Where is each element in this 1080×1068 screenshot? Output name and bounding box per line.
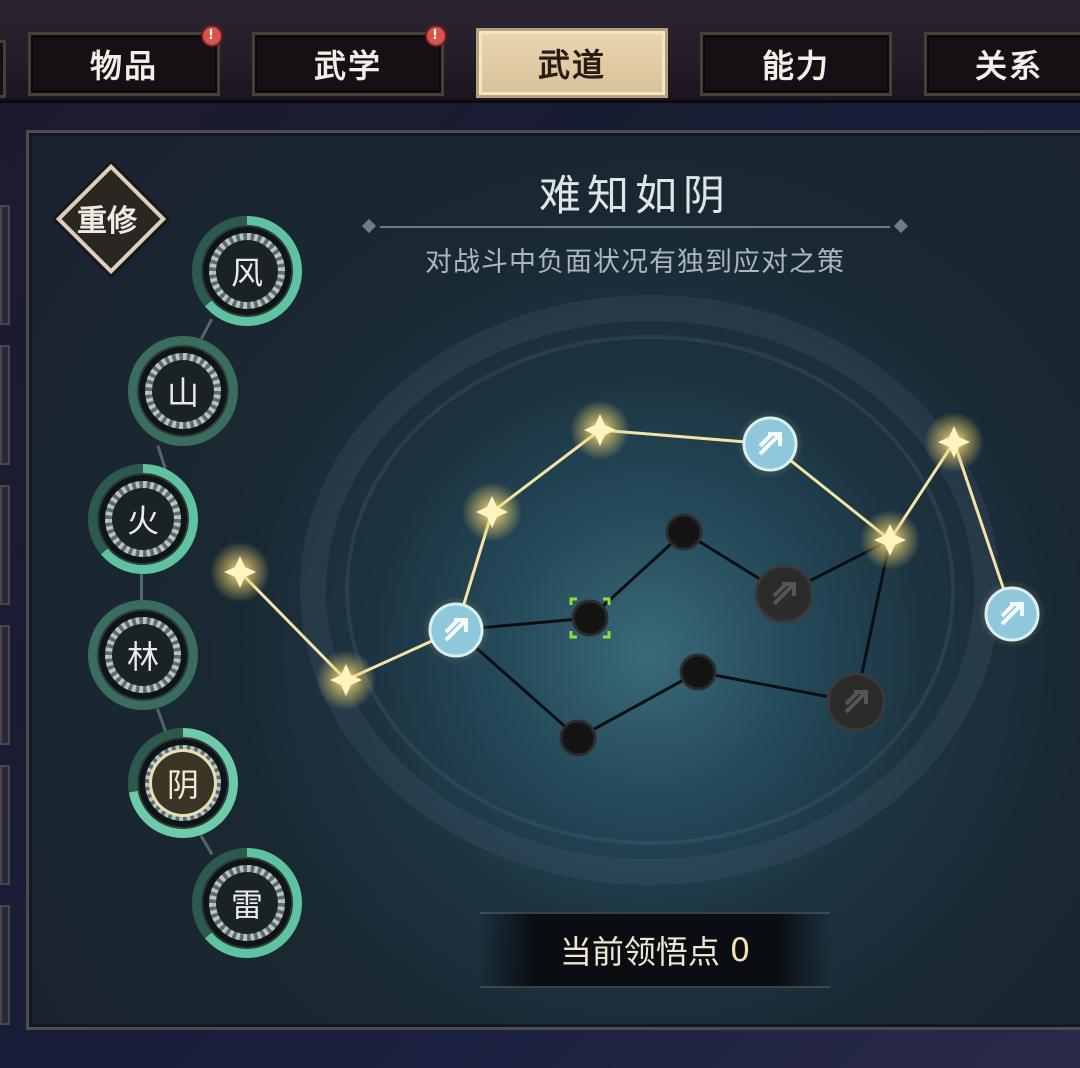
arrow-icon[interactable] [422,596,490,664]
star-icon[interactable] [860,510,920,570]
link-line [588,530,686,620]
insight-points-panel: 当前领悟点 0 [480,912,830,988]
star-icon[interactable] [462,482,522,542]
locked-nodes [559,513,717,757]
locked-connections [455,530,892,740]
lit-nodes [210,400,984,710]
link-line [577,670,699,740]
arrow-icon[interactable] [826,672,886,732]
insight-points-label: 当前领悟点 [559,933,720,971]
arrow-icon[interactable] [978,580,1046,648]
star-icon[interactable] [924,412,984,472]
arrow-icon[interactable] [736,410,804,478]
star-icon[interactable] [316,650,376,710]
dark-dot-icon[interactable] [559,719,597,757]
locked-skill-nodes [754,564,886,732]
star-icon[interactable] [570,400,630,460]
insight-points-value: 0 [729,931,751,969]
dark-dot-icon[interactable] [679,653,717,691]
constellation-graph [210,400,1046,757]
dark-dot-icon [571,599,609,637]
arrow-icon[interactable] [754,564,814,624]
dark-dot-icon[interactable] [665,513,703,551]
star-icon[interactable] [210,542,270,602]
